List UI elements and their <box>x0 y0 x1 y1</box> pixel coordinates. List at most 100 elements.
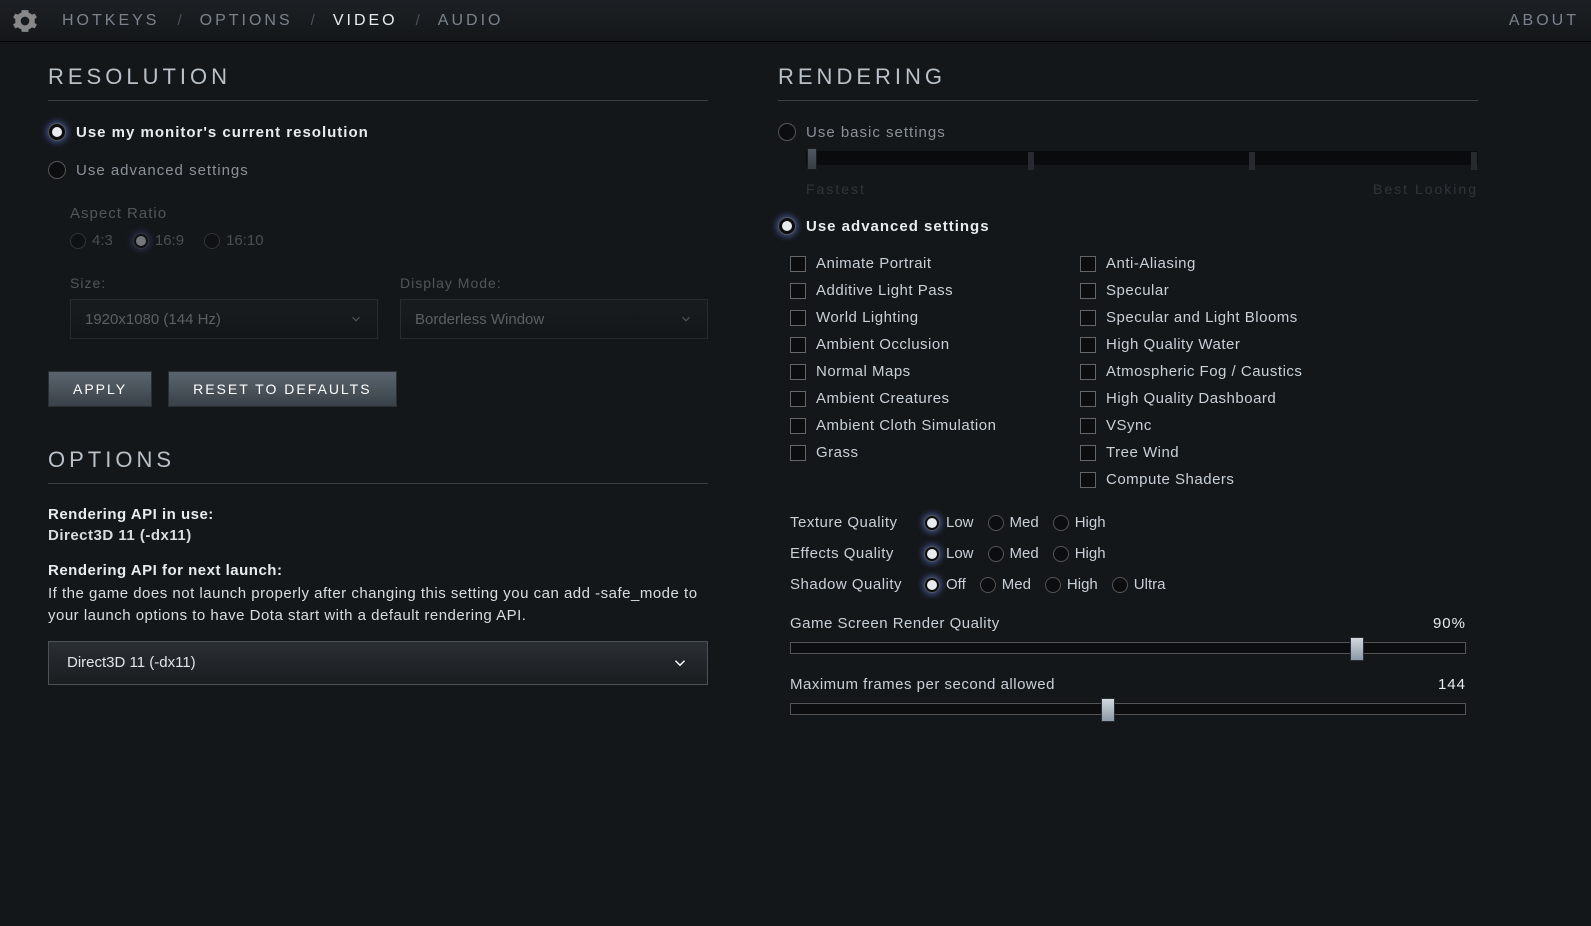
quality-option[interactable]: High <box>1053 514 1106 531</box>
quality-radio[interactable] <box>924 577 940 593</box>
checkbox-row[interactable]: Atmospheric Fog / Caustics <box>1080 363 1330 380</box>
checkbox[interactable] <box>790 364 806 380</box>
quality-option[interactable]: Low <box>924 514 974 531</box>
display-mode-dropdown[interactable]: Borderless Window <box>400 299 708 339</box>
checkbox-row[interactable]: World Lighting <box>790 309 1040 326</box>
checkbox-label: High Quality Dashboard <box>1106 390 1276 407</box>
rendering-use-basic-row[interactable]: Use basic settings <box>778 123 1478 141</box>
checkbox-row[interactable]: Grass <box>790 444 1040 461</box>
quality-option[interactable]: Med <box>988 514 1039 531</box>
tab-video[interactable]: VIDEO <box>333 12 398 30</box>
checkbox-row[interactable]: VSync <box>1080 417 1330 434</box>
checkbox[interactable] <box>1080 391 1096 407</box>
checkbox[interactable] <box>790 256 806 272</box>
quality-radio[interactable] <box>1053 546 1069 562</box>
basic-quality-slider[interactable] <box>806 151 1478 173</box>
checkbox-row[interactable]: Normal Maps <box>790 363 1040 380</box>
render-quality-thumb[interactable] <box>1350 637 1364 661</box>
checkbox-row[interactable]: Ambient Creatures <box>790 390 1040 407</box>
resolution-use-monitor-row[interactable]: Use my monitor's current resolution <box>48 123 708 141</box>
checkbox-label: World Lighting <box>816 309 919 326</box>
checkbox[interactable] <box>1080 256 1096 272</box>
checkbox[interactable] <box>790 445 806 461</box>
size-label: Size: <box>70 275 378 291</box>
quality-radio[interactable] <box>924 546 940 562</box>
ratio-169[interactable]: 16:9 <box>133 232 184 249</box>
checkbox-row[interactable]: High Quality Dashboard <box>1080 390 1330 407</box>
ratio-1610[interactable]: 16:10 <box>204 232 264 249</box>
checkbox-row[interactable]: High Quality Water <box>1080 336 1330 353</box>
api-next-desc: If the game does not launch properly aft… <box>48 583 708 627</box>
basic-slider-thumb[interactable] <box>807 148 817 170</box>
radio-basic-settings[interactable] <box>778 123 796 141</box>
checkbox[interactable] <box>1080 445 1096 461</box>
checkbox[interactable] <box>1080 364 1096 380</box>
quality-option[interactable]: High <box>1045 576 1098 593</box>
left-column: RESOLUTION Use my monitor's current reso… <box>48 64 708 715</box>
fps-value: 144 <box>1438 676 1466 693</box>
quality-option-label: Off <box>946 576 966 593</box>
quality-radio[interactable] <box>1045 577 1061 593</box>
quality-radio[interactable] <box>924 515 940 531</box>
size-dropdown[interactable]: 1920x1080 (144 Hz) <box>70 299 378 339</box>
fps-thumb[interactable] <box>1101 698 1115 722</box>
tab-about[interactable]: ABOUT <box>1509 12 1579 30</box>
quality-option[interactable]: Low <box>924 545 974 562</box>
checkbox[interactable] <box>790 391 806 407</box>
radio-use-monitor[interactable] <box>48 123 66 141</box>
tab-hotkeys[interactable]: HOTKEYS <box>62 12 159 30</box>
checkbox-row[interactable]: Animate Portrait <box>790 255 1040 272</box>
tab-options[interactable]: OPTIONS <box>200 12 293 30</box>
right-column: RENDERING Use basic settings Fastest Bes… <box>778 64 1478 715</box>
checkbox-row[interactable]: Anti-Aliasing <box>1080 255 1330 272</box>
chevron-down-icon <box>349 312 363 326</box>
quality-option-label: Med <box>1010 514 1039 531</box>
reset-defaults-button[interactable]: RESET TO DEFAULTS <box>168 371 396 407</box>
checkbox[interactable] <box>790 310 806 326</box>
quality-option[interactable]: Ultra <box>1112 576 1166 593</box>
checkbox[interactable] <box>790 418 806 434</box>
render-quality-slider-block: Game Screen Render Quality 90% <box>790 615 1466 654</box>
checkbox-row[interactable]: Tree Wind <box>1080 444 1330 461</box>
radio-use-monitor-label: Use my monitor's current resolution <box>76 124 369 141</box>
render-quality-slider[interactable] <box>790 642 1466 654</box>
checkbox-label: Grass <box>816 444 859 461</box>
checkbox-row[interactable]: Additive Light Pass <box>790 282 1040 299</box>
checks-right-column: Anti-Aliasing Specular Specular and Light … <box>1080 255 1330 488</box>
checkbox-row[interactable]: Specular and Light Blooms <box>1080 309 1330 326</box>
checkbox[interactable] <box>1080 337 1096 353</box>
checkbox[interactable] <box>1080 310 1096 326</box>
fps-slider[interactable] <box>790 703 1466 715</box>
checkbox[interactable] <box>1080 283 1096 299</box>
quality-radio[interactable] <box>1053 515 1069 531</box>
checkbox-row[interactable]: Ambient Occlusion <box>790 336 1040 353</box>
quality-radio[interactable] <box>980 577 996 593</box>
apply-button[interactable]: APPLY <box>48 371 152 407</box>
checkbox[interactable] <box>1080 472 1096 488</box>
ratio-43[interactable]: 4:3 <box>70 232 113 249</box>
checkbox-row[interactable]: Ambient Cloth Simulation <box>790 417 1040 434</box>
quality-option[interactable]: Med <box>988 545 1039 562</box>
quality-radio[interactable] <box>1112 577 1128 593</box>
rendering-use-advanced-row[interactable]: Use advanced settings <box>778 217 1478 235</box>
radio-advanced-settings[interactable] <box>778 217 796 235</box>
api-next-label: Rendering API for next launch: <box>48 562 708 579</box>
quality-radio[interactable] <box>988 546 1004 562</box>
checkbox-label: Normal Maps <box>816 363 911 380</box>
tab-audio[interactable]: AUDIO <box>438 12 504 30</box>
quality-option[interactable]: Off <box>924 576 966 593</box>
checkbox[interactable] <box>790 337 806 353</box>
checkbox[interactable] <box>1080 418 1096 434</box>
api-select-dropdown[interactable]: Direct3D 11 (-dx11) <box>48 641 708 685</box>
radio-resolution-advanced[interactable] <box>48 161 66 179</box>
checkbox[interactable] <box>790 283 806 299</box>
checkbox-row[interactable]: Specular <box>1080 282 1330 299</box>
checkbox-label: Compute Shaders <box>1106 471 1234 488</box>
quality-radio[interactable] <box>988 515 1004 531</box>
checkbox-label: High Quality Water <box>1106 336 1240 353</box>
aspect-ratio-label: Aspect Ratio <box>70 205 708 222</box>
checkbox-row[interactable]: Compute Shaders <box>1080 471 1330 488</box>
quality-option[interactable]: Med <box>980 576 1031 593</box>
resolution-use-advanced-row[interactable]: Use advanced settings <box>48 161 708 179</box>
quality-option[interactable]: High <box>1053 545 1106 562</box>
